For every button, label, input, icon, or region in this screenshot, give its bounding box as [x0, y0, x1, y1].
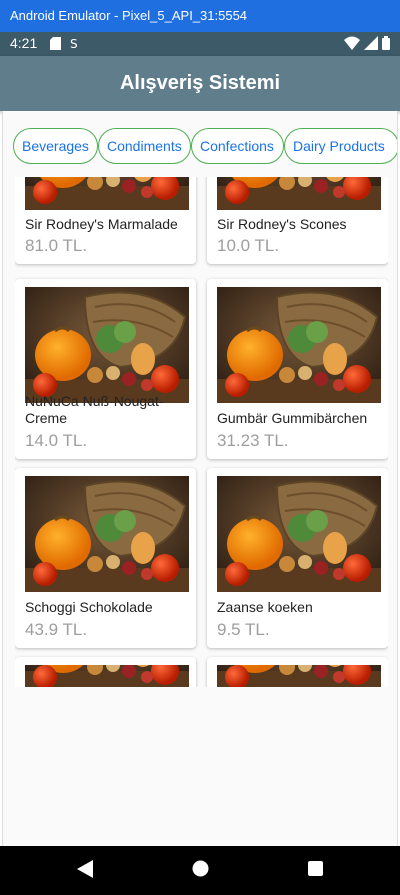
sim-card-icon — [50, 37, 61, 50]
navigation-bar — [0, 846, 400, 895]
product-card[interactable] — [15, 657, 196, 687]
product-card[interactable]: Gumbär Gummibärchen 31.23 TL. — [207, 279, 388, 459]
window-title: Android Emulator - Pixel_5_API_31:5554 — [0, 0, 400, 32]
product-price: 81.0 TL. — [25, 236, 88, 255]
product-card[interactable]: NuNuCa Nuß-Nougat-Creme 14.0 TL. — [15, 279, 196, 459]
product-name: NuNuCa Nuß-Nougat-Creme — [25, 393, 164, 426]
product-card[interactable]: Sir Rodney's Scones 10.0 TL. — [207, 177, 388, 264]
status-bar: 4:21 S — [0, 32, 400, 56]
product-image — [25, 177, 189, 210]
product-card[interactable] — [207, 657, 388, 687]
product-name: Sir Rodney's Marmalade — [25, 216, 178, 232]
product-price: 31.23 TL. — [217, 431, 289, 450]
tab-beverages[interactable]: Beverages — [13, 128, 98, 164]
product-name: Schoggi Schokolade — [25, 599, 153, 615]
svg-text:S: S — [70, 37, 78, 50]
back-icon[interactable] — [77, 860, 93, 878]
main-content: Beverages Condiments Confections Dairy P… — [2, 111, 398, 846]
product-image — [217, 287, 381, 403]
battery-icon — [382, 36, 390, 50]
product-image — [25, 665, 189, 687]
tab-confections[interactable]: Confections — [191, 128, 284, 164]
product-name: Sir Rodney's Scones — [217, 216, 347, 232]
wifi-icon — [344, 36, 360, 50]
product-card[interactable]: Zaanse koeken 9.5 TL. — [207, 468, 388, 648]
product-image — [217, 476, 381, 592]
status-time: 4:21 — [10, 35, 38, 51]
signal-icon — [364, 36, 378, 50]
product-image — [25, 287, 189, 403]
tab-condiments[interactable]: Condiments — [98, 128, 191, 164]
product-price: 43.9 TL. — [25, 620, 88, 639]
tab-dairy-products[interactable]: Dairy Products — [284, 128, 397, 164]
data-saver-icon: S — [70, 37, 78, 50]
product-image — [217, 665, 381, 687]
product-price: 14.0 TL. — [25, 431, 88, 450]
home-icon[interactable] — [192, 860, 209, 877]
product-card[interactable]: Schoggi Schokolade 43.9 TL. — [15, 468, 196, 648]
product-image — [25, 476, 189, 592]
product-price: 9.5 TL. — [217, 620, 270, 639]
product-name: Gumbär Gummibärchen — [217, 410, 368, 426]
category-tabs: Beverages Condiments Confections Dairy P… — [13, 128, 397, 164]
recents-icon[interactable] — [308, 861, 323, 876]
product-image — [217, 177, 381, 210]
app-bar: Alışveriş Sistemi — [0, 56, 400, 111]
page-title: Alışveriş Sistemi — [119, 72, 281, 94]
product-name: Zaanse koeken — [217, 599, 313, 615]
status-icons — [344, 36, 390, 50]
product-grid[interactable]: Sir Rodney's Marmalade 81.0 TL. Sir Rodn… — [15, 177, 388, 687]
product-card[interactable]: Sir Rodney's Marmalade 81.0 TL. — [15, 177, 196, 264]
product-price: 10.0 TL. — [217, 236, 280, 255]
